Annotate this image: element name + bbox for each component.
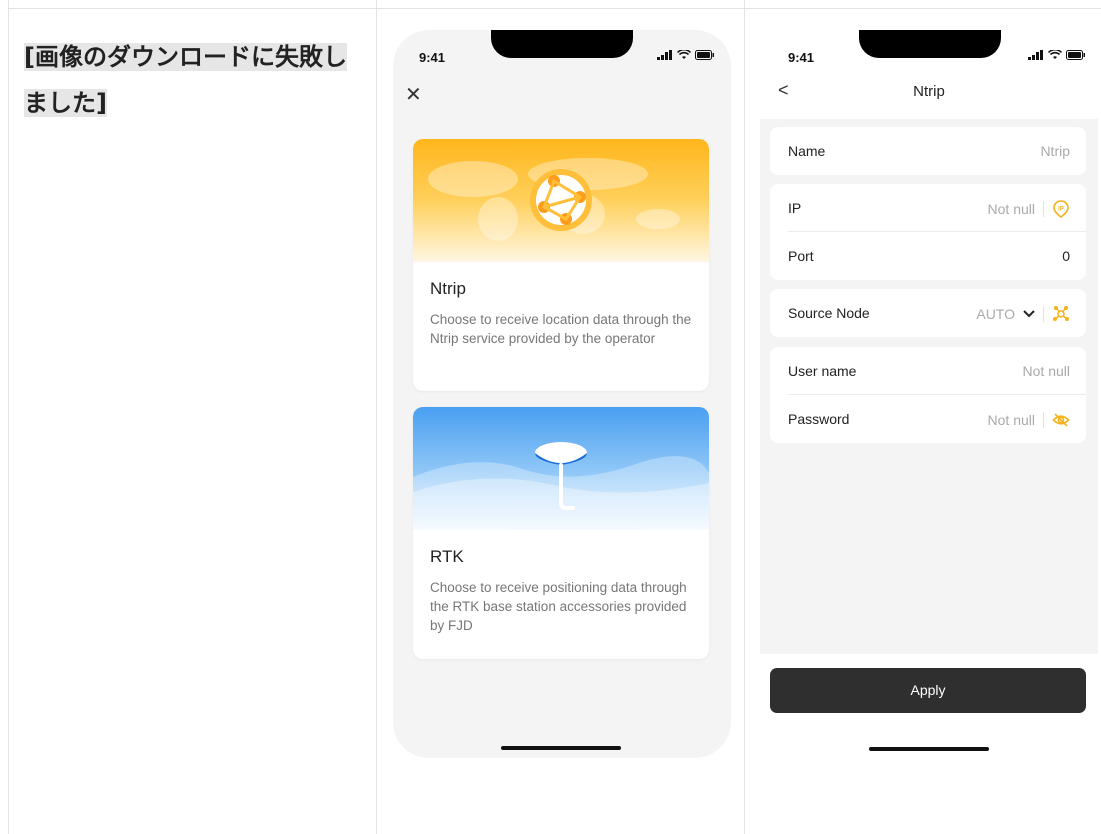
ip-label: IP (788, 200, 802, 216)
form-area: Name Ntrip IP Not null IP Port 0 Source … (760, 119, 1098, 654)
home-indicator (869, 747, 989, 751)
status-icons (1028, 50, 1086, 60)
rtk-card-title: RTK (430, 547, 464, 566)
ntrip-option-card[interactable]: Ntrip Choose to receive location data th… (413, 139, 709, 391)
source-node-value: AUTO (976, 306, 1015, 322)
battery-icon (1066, 50, 1085, 60)
signal-icon (657, 50, 672, 60)
ip-field[interactable]: Not null IP (988, 200, 1070, 218)
password-label: Password (788, 411, 850, 427)
status-time: 9:41 (419, 50, 446, 65)
port-row[interactable]: Port 0 (770, 232, 1086, 280)
phone-mode-select: 9:41 ✕ Ntrip Choose to receive location (393, 30, 731, 758)
network-globe-icon (530, 169, 592, 231)
svg-text:IP: IP (1058, 207, 1064, 213)
ip-value: Not null (987, 201, 1035, 217)
source-node-group: Source Node AUTO (770, 289, 1086, 337)
rtk-antenna-icon (535, 442, 587, 510)
close-icon[interactable]: ✕ (405, 82, 422, 107)
divider (1043, 412, 1044, 428)
username-label: User name (788, 363, 857, 379)
wifi-icon (677, 50, 691, 59)
battery-icon (695, 50, 714, 60)
username-value: Not null (1022, 363, 1070, 379)
notch (859, 30, 1001, 58)
name-value: Ntrip (1040, 143, 1070, 159)
source-node-select[interactable]: AUTO (976, 305, 1070, 323)
username-row[interactable]: User name Not null (770, 347, 1086, 395)
source-node-row[interactable]: Source Node AUTO (770, 289, 1086, 337)
rtk-banner (413, 407, 709, 530)
home-indicator (501, 746, 621, 750)
status-icons (657, 50, 715, 60)
image-download-failed-text: [画像のダウンロードに失敗しました] (24, 43, 347, 117)
password-field[interactable]: Not null (988, 411, 1070, 429)
source-node-label: Source Node (788, 305, 870, 321)
page-title: Ntrip (913, 83, 945, 100)
port-field[interactable]: 0 (1062, 248, 1070, 264)
phone-ntrip-form: 9:41 < Ntrip Name Ntrip IP Not null IP P… (760, 30, 1098, 758)
ip-location-icon[interactable]: IP (1052, 200, 1070, 218)
wifi-icon (1048, 50, 1062, 59)
ntrip-card-description: Choose to receive location data through … (430, 312, 692, 346)
eye-hidden-icon[interactable] (1052, 411, 1070, 429)
name-field[interactable]: Ntrip (1040, 143, 1070, 159)
ntrip-banner (413, 139, 709, 262)
port-value: 0 (1062, 248, 1070, 264)
credentials-group: User name Not null Password Not null (770, 347, 1086, 443)
username-field[interactable]: Not null (1023, 363, 1070, 379)
name-row[interactable]: Name Ntrip (770, 127, 1086, 175)
notch (491, 30, 633, 58)
rtk-option-card[interactable]: RTK Choose to receive positioning data t… (413, 407, 709, 659)
ip-row[interactable]: IP Not null IP (770, 184, 1086, 232)
signal-icon (1028, 50, 1043, 60)
status-time: 9:41 (788, 50, 815, 65)
ip-port-group: IP Not null IP Port 0 (770, 184, 1086, 280)
password-row[interactable]: Password Not null (770, 395, 1086, 443)
divider (1043, 201, 1044, 217)
apply-button[interactable]: Apply (770, 668, 1086, 713)
port-label: Port (788, 248, 814, 264)
divider (1043, 306, 1044, 322)
name-group: Name Ntrip (770, 127, 1086, 175)
rtk-card-description: Choose to receive positioning data throu… (430, 580, 687, 633)
chevron-down-icon[interactable] (1023, 310, 1035, 318)
name-label: Name (788, 143, 826, 159)
ntrip-card-title: Ntrip (430, 279, 466, 298)
password-value: Not null (987, 412, 1035, 428)
node-network-icon[interactable] (1052, 305, 1070, 323)
